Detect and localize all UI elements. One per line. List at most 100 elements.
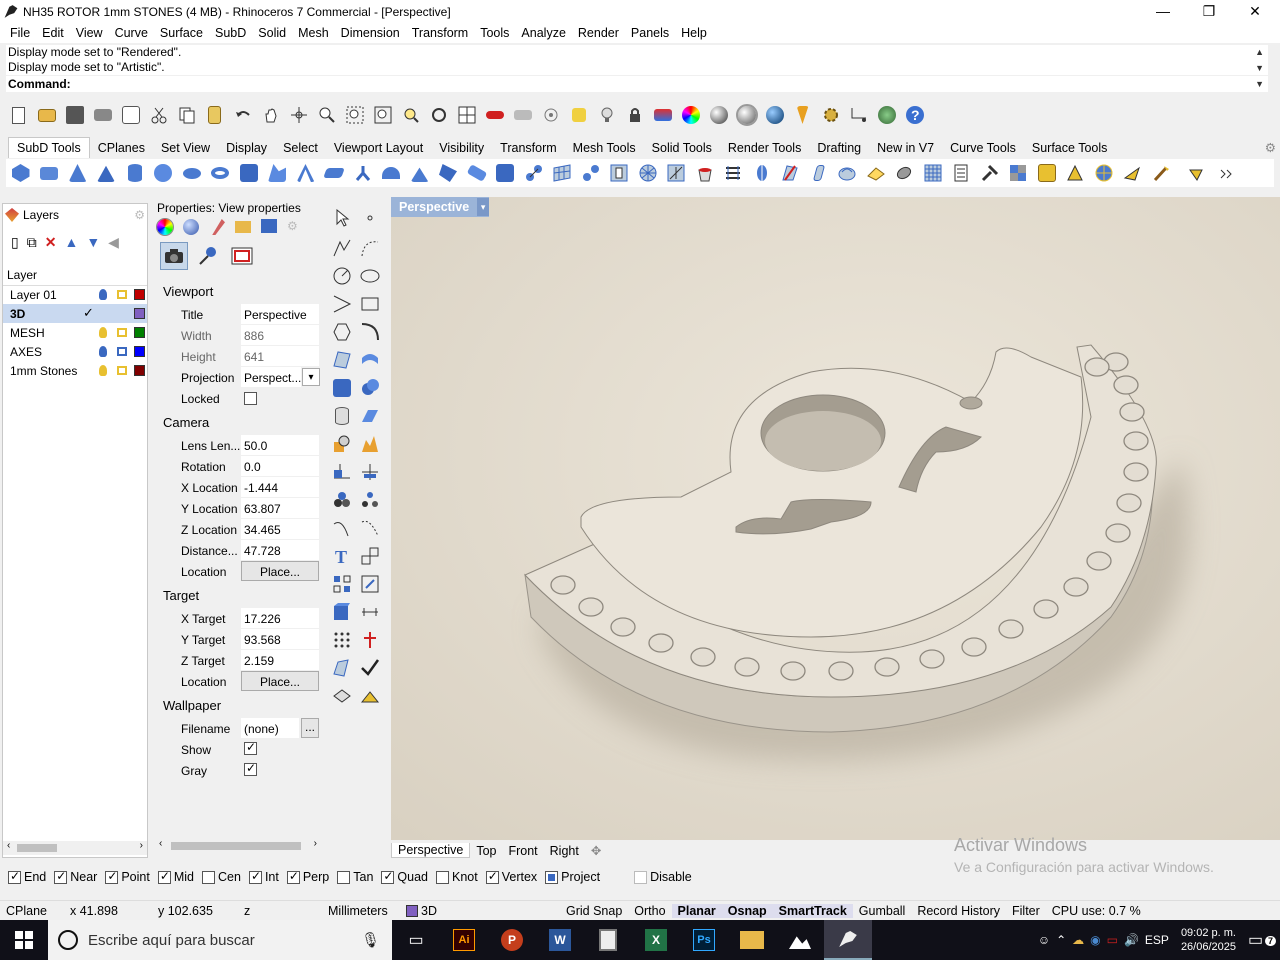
tab-cplanes[interactable]: CPlanes (90, 138, 153, 158)
smarttrack-toggle[interactable]: SmartTrack (772, 903, 853, 918)
transform-tool-icon[interactable] (329, 459, 355, 485)
gumball-toggle[interactable]: Gumball (853, 904, 912, 918)
osnap-end[interactable]: End (8, 869, 46, 884)
undo-view-icon[interactable] (426, 103, 451, 128)
viewport-frame-icon[interactable] (228, 242, 256, 270)
menu-edit[interactable]: Edit (36, 26, 70, 40)
title-field[interactable]: Perspective (241, 304, 319, 324)
subd-sweep-icon[interactable] (322, 161, 347, 186)
viewport-menu-icon[interactable]: ▾ (477, 198, 490, 216)
trim-icon[interactable] (329, 515, 355, 541)
osnap-checkbox[interactable] (157, 869, 171, 884)
layer-row[interactable]: AXES (3, 342, 147, 361)
visibility-bulb-icon[interactable] (99, 365, 107, 376)
task-view-icon[interactable]: ▭ (392, 930, 440, 950)
lock-icon[interactable] (117, 290, 127, 299)
rotation-field[interactable]: 0.0 (241, 456, 319, 476)
subd-arrow-icon[interactable] (1185, 161, 1210, 186)
locked-checkbox[interactable] (244, 392, 257, 405)
subd-tag-icon[interactable] (892, 161, 917, 186)
layer-row[interactable]: 3D ✓ (3, 304, 147, 323)
subd-convert-icon[interactable] (835, 161, 860, 186)
language-indicator[interactable]: ESP (1145, 933, 1169, 947)
subd-gold-box-icon[interactable] (1034, 161, 1059, 186)
units-label[interactable]: Millimeters (322, 904, 400, 918)
move-icon[interactable] (357, 543, 383, 569)
move-layer-down-icon[interactable]: ▼ (86, 234, 100, 251)
camera-icon[interactable] (160, 242, 188, 270)
rotate-view-icon[interactable] (286, 103, 311, 128)
osnap-checkbox[interactable] (286, 869, 300, 884)
boolean-union-icon[interactable] (357, 375, 383, 401)
light-bulb-icon[interactable] (594, 103, 619, 128)
viewport-title-tab[interactable]: Perspective ▾ (391, 197, 490, 217)
curve-cv-icon[interactable] (357, 235, 383, 261)
start-button[interactable] (0, 920, 48, 960)
tab-set-view[interactable]: Set View (153, 138, 218, 158)
osnap-project[interactable]: Project (545, 870, 600, 884)
car-icon[interactable] (482, 103, 507, 128)
tab-display[interactable]: Display (218, 138, 275, 158)
subd-insert-edge-icon[interactable] (721, 161, 746, 186)
projection-select[interactable]: Perspect... (241, 367, 301, 387)
x-location-field[interactable]: -1.444 (241, 477, 319, 497)
subd-cylinder-icon[interactable] (122, 161, 147, 186)
render-settings-icon[interactable] (790, 103, 815, 128)
excel-app-icon[interactable]: X (632, 929, 680, 951)
layers-hscrollbar[interactable]: ‹ › (3, 840, 147, 855)
visibility-bulb-icon[interactable] (99, 327, 107, 338)
lock-icon[interactable] (117, 366, 127, 375)
tab-subd-tools[interactable]: SubD Tools (8, 137, 90, 158)
ortho-toggle[interactable]: Ortho (628, 904, 671, 918)
point-grid-icon[interactable] (329, 627, 355, 653)
distance-field[interactable]: 47.728 (241, 540, 319, 560)
subd-grid-icon[interactable] (635, 161, 660, 186)
calculator-app-icon[interactable] (584, 929, 632, 951)
zoom-window-icon[interactable] (342, 103, 367, 128)
show-hidden-icons[interactable]: ⌃ (1056, 933, 1066, 947)
maximize-button[interactable]: ❐ (1186, 0, 1232, 23)
clock[interactable]: 09:02 p. m. 26/06/2025 (1181, 926, 1236, 954)
subd-panel-icon[interactable] (607, 161, 632, 186)
subd-lattice-icon[interactable] (920, 161, 945, 186)
perspective-viewport[interactable]: Perspective ▾ (391, 197, 1280, 840)
object-color-icon[interactable] (156, 218, 174, 236)
tab-visibility[interactable]: Visibility (431, 138, 492, 158)
photoshop-app-icon[interactable]: Ps (680, 929, 728, 951)
close-button[interactable]: ✕ (1232, 0, 1278, 23)
zoom-icon[interactable] (314, 103, 339, 128)
material-icon[interactable] (183, 219, 199, 235)
scroll-down-icon[interactable]: ▼ (1255, 61, 1264, 76)
tab-select[interactable]: Select (275, 138, 326, 158)
tabs-settings-gear-icon[interactable]: ⚙ (1265, 138, 1276, 158)
rhino-app-icon[interactable] (824, 920, 872, 960)
subd-cup-icon[interactable] (692, 161, 717, 186)
record-history-toggle[interactable]: Record History (911, 904, 1006, 918)
lens-length-field[interactable]: 50.0 (241, 435, 319, 455)
explode-icon[interactable] (357, 431, 383, 457)
layer-color-swatch[interactable] (134, 346, 145, 357)
pan-hand-icon[interactable] (258, 103, 283, 128)
subd-loft-icon[interactable] (265, 161, 290, 186)
osnap-checkbox[interactable] (634, 870, 648, 884)
analyze-icon[interactable] (357, 627, 383, 653)
layer-row[interactable]: Layer 01 (3, 285, 147, 304)
import-icon[interactable] (118, 103, 143, 128)
render-view-icon[interactable] (329, 599, 355, 625)
polyline-icon[interactable] (329, 235, 355, 261)
show-checkbox[interactable] (244, 740, 257, 755)
dimension-icon[interactable] (846, 103, 871, 128)
group-icon[interactable] (329, 487, 355, 513)
command-input[interactable]: Command: ▼ (6, 76, 1268, 92)
powerpoint-app-icon[interactable]: P (488, 929, 536, 951)
network-app-icon[interactable]: ◉ (1090, 933, 1100, 947)
box-solid-icon[interactable] (329, 375, 355, 401)
osnap-toggle[interactable]: Osnap (721, 903, 773, 918)
osnap-checkbox[interactable] (202, 870, 215, 884)
word-app-icon[interactable]: W (536, 929, 584, 951)
options-gear-icon[interactable] (818, 103, 843, 128)
osnap-vertex[interactable]: Vertex (485, 869, 537, 884)
subd-revolve-icon[interactable] (293, 161, 318, 186)
subd-box-icon[interactable] (37, 161, 62, 186)
layer-color-swatch[interactable] (134, 327, 145, 338)
